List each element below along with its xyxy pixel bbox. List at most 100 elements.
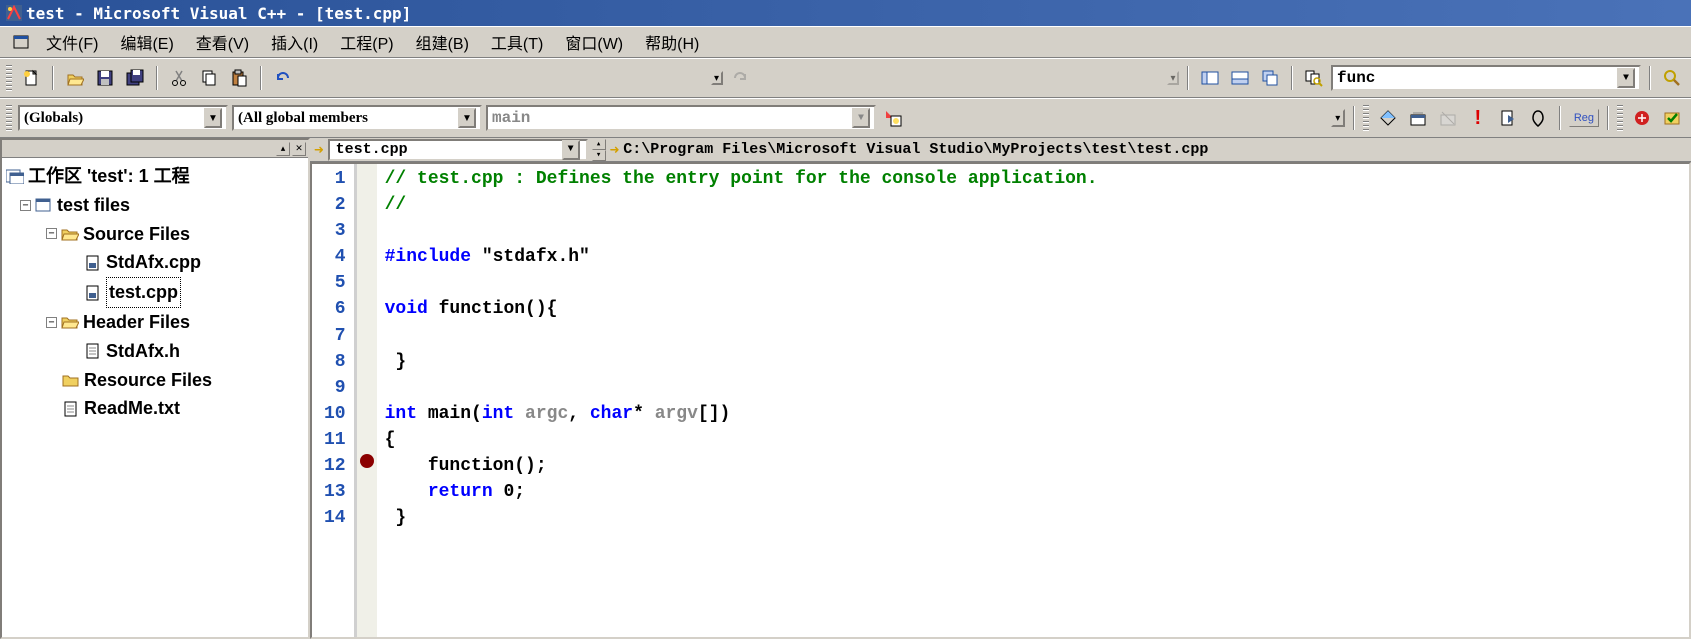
file-combo[interactable]: test.cpp ▼: [328, 139, 588, 161]
tree-header-folder[interactable]: − Header Files: [6, 308, 304, 337]
tree-file-test-cpp[interactable]: test.cpp: [6, 277, 304, 308]
tree-project[interactable]: − test files: [6, 191, 304, 220]
menu-edit[interactable]: 编辑(E): [110, 28, 183, 56]
split-up-button[interactable]: ▴: [592, 139, 606, 150]
undo-button[interactable]: [270, 65, 296, 91]
editor-tabs: ➜ test.cpp ▼ ▴ ▾ ➜ C:\Program Files\Micr…: [310, 138, 1691, 162]
function-value: main: [492, 109, 530, 127]
code-content[interactable]: // test.cpp : Defines the entry point fo…: [377, 164, 1106, 637]
breakpoint-margin[interactable]: [357, 164, 377, 637]
tool-red-button[interactable]: [1629, 105, 1655, 131]
find-combo-arrow[interactable]: ▼: [1617, 68, 1635, 88]
current-file-label: test.cpp: [336, 141, 408, 158]
menubar: 文件(F) 编辑(E) 查看(V) 插入(I) 工程(P) 组建(B) 工具(T…: [0, 26, 1691, 58]
workspace-button[interactable]: [1197, 65, 1223, 91]
members-combo-arrow[interactable]: ▼: [458, 108, 476, 128]
sidebar-header: ▴ ✕: [2, 140, 308, 158]
find-button[interactable]: [1659, 65, 1685, 91]
cpp-file-icon: [84, 285, 102, 301]
code-editor[interactable]: 1234567891011121314 // test.cpp : Define…: [310, 162, 1691, 639]
tree-workspace[interactable]: 工作区 'test': 1 工程: [6, 162, 304, 191]
menu-help[interactable]: 帮助(H): [635, 28, 709, 56]
line-number-gutter: 1234567891011121314: [312, 164, 357, 637]
members-value: (All global members: [238, 110, 368, 127]
new-file-button[interactable]: [18, 65, 44, 91]
menu-file[interactable]: 文件(F): [36, 28, 108, 56]
toolbar-grip-2[interactable]: [6, 105, 12, 131]
insert-breakpoint-button[interactable]: [1525, 105, 1551, 131]
titlebar: test - Microsoft Visual C++ - [test.cpp]: [0, 0, 1691, 26]
scope-combo[interactable]: (Globals) ▼: [18, 105, 228, 131]
save-all-button[interactable]: [122, 65, 148, 91]
tree-file-stdafx-cpp[interactable]: StdAfx.cpp: [6, 248, 304, 277]
toolbar-wizardbar: (Globals) ▼ (All global members ▼ main ▼…: [0, 98, 1691, 138]
find-value: func: [1337, 69, 1375, 87]
txt-file-icon: [62, 401, 80, 417]
cut-button[interactable]: [166, 65, 192, 91]
go-button[interactable]: [1495, 105, 1521, 131]
menu-view[interactable]: 查看(V): [186, 28, 259, 56]
redo-button[interactable]: [727, 65, 753, 91]
tree-file-stdafx-h[interactable]: StdAfx.h: [6, 337, 304, 366]
workspace-tree[interactable]: 工作区 'test': 1 工程 − test files − Source F…: [2, 158, 308, 637]
folder-open-icon: [61, 314, 79, 330]
menu-tools[interactable]: 工具(T): [481, 28, 553, 56]
tree-file-label: ReadMe.txt: [84, 394, 180, 423]
toolbar-standard: ▾ ▾ func ▼: [0, 58, 1691, 98]
paste-button[interactable]: [226, 65, 252, 91]
tool-check-button[interactable]: [1659, 105, 1685, 131]
file-combo-arrow[interactable]: ▼: [562, 140, 580, 160]
find-in-files-button[interactable]: [1301, 65, 1327, 91]
function-combo[interactable]: main ▼: [486, 105, 876, 131]
tree-file-readme[interactable]: ReadMe.txt: [6, 394, 304, 423]
workspace-panel: ▴ ✕ 工作区 'test': 1 工程 − test files −: [0, 138, 310, 639]
system-menu-icon[interactable]: [8, 29, 34, 55]
split-down-button[interactable]: ▾: [592, 150, 606, 161]
sidebar-close-button[interactable]: ✕: [292, 142, 306, 156]
tree-workspace-label: 工作区 'test': 1 工程: [28, 162, 190, 191]
tree-expand-project[interactable]: −: [20, 200, 31, 211]
open-button[interactable]: [62, 65, 88, 91]
window-list-button[interactable]: [1257, 65, 1283, 91]
compile-button[interactable]: [1375, 105, 1401, 131]
execute-button[interactable]: !: [1465, 105, 1491, 131]
toolbar-grip-3[interactable]: [1363, 105, 1369, 131]
registers-button[interactable]: Reg: [1569, 109, 1599, 127]
menu-project[interactable]: 工程(P): [330, 28, 403, 56]
editor-area: ➜ test.cpp ▼ ▴ ▾ ➜ C:\Program Files\Micr…: [310, 138, 1691, 639]
breakpoint-marker[interactable]: [360, 454, 374, 468]
cpp-file-icon: [84, 255, 102, 271]
tree-file-label-selected: test.cpp: [106, 277, 181, 308]
arrow-icon: ➜: [314, 140, 324, 160]
toolbar-grip[interactable]: [6, 65, 12, 91]
tree-source-folder[interactable]: − Source Files: [6, 220, 304, 249]
action-button[interactable]: [880, 105, 906, 131]
menu-window[interactable]: 窗口(W): [555, 28, 633, 56]
find-combo[interactable]: func ▼: [1331, 65, 1641, 91]
tree-source-folder-label: Source Files: [83, 220, 190, 249]
sidebar-up-button[interactable]: ▴: [276, 142, 290, 156]
workarea: ▴ ✕ 工作区 'test': 1 工程 − test files −: [0, 138, 1691, 639]
function-combo-arrow[interactable]: ▼: [852, 108, 870, 128]
copy-button[interactable]: [196, 65, 222, 91]
menu-build[interactable]: 组建(B): [406, 28, 479, 56]
action-dropdown[interactable]: ▾: [1331, 109, 1345, 127]
tree-expand-header[interactable]: −: [46, 317, 57, 328]
tree-expand-source[interactable]: −: [46, 228, 57, 239]
save-button[interactable]: [92, 65, 118, 91]
undo-dropdown[interactable]: ▾: [711, 71, 723, 85]
build-button[interactable]: [1405, 105, 1431, 131]
stop-build-button[interactable]: [1435, 105, 1461, 131]
scope-combo-arrow[interactable]: ▼: [204, 108, 222, 128]
project-icon: [35, 197, 53, 213]
output-button[interactable]: [1227, 65, 1253, 91]
toolbar-grip-4[interactable]: [1617, 105, 1623, 131]
tree-file-label: StdAfx.cpp: [106, 248, 201, 277]
h-file-icon: [84, 343, 102, 359]
menu-insert[interactable]: 插入(I): [261, 28, 328, 56]
redo-dropdown[interactable]: ▾: [1167, 71, 1179, 85]
arrow-icon-2: ➜: [610, 140, 620, 160]
tree-header-folder-label: Header Files: [83, 308, 190, 337]
members-combo[interactable]: (All global members ▼: [232, 105, 482, 131]
tree-resource-folder[interactable]: Resource Files: [6, 366, 304, 395]
